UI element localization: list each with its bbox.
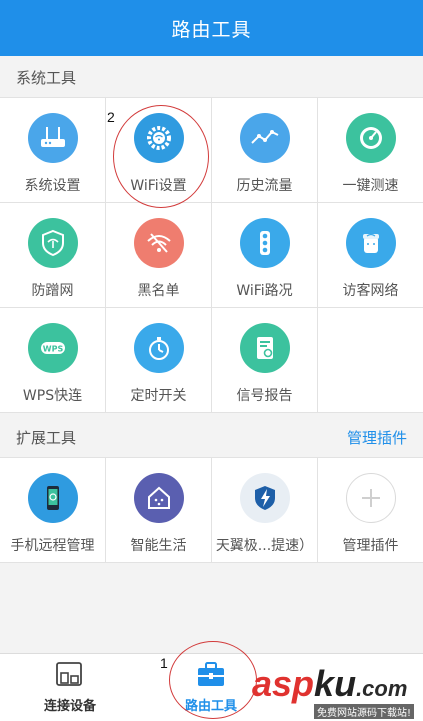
section-title-system: 系统工具: [16, 68, 77, 87]
system-tools-section: 系统工具: [0, 57, 423, 97]
tool-timer-switch[interactable]: 定时开关: [106, 308, 212, 412]
tool-tianyi-speedup[interactable]: 天翼极...提速）: [212, 458, 318, 562]
tab-connected-devices[interactable]: 连接设备: [10, 654, 130, 721]
traffic-light-icon: [239, 218, 290, 268]
tool-label: WPS快连: [22, 388, 83, 404]
tool-label: 历史流量: [236, 178, 293, 194]
tool-label: WiFi路况: [236, 283, 293, 299]
phone-icon: [27, 473, 78, 523]
lightning-shield-icon: [239, 473, 290, 523]
line-chart-icon: [239, 113, 290, 163]
tab-label: 连接设备: [43, 699, 96, 714]
tool-label: 管理插件: [342, 538, 399, 554]
devices-icon: [54, 660, 86, 690]
extension-tools-section: 扩展工具 管理插件: [0, 417, 423, 457]
smart-home-icon: [133, 473, 184, 523]
tool-anti-leech[interactable]: 防蹭网: [0, 203, 106, 307]
wifi-off-icon: [133, 218, 184, 268]
shield-icon: [27, 218, 78, 268]
plus-icon: [345, 473, 396, 523]
watermark-text: aspku.com: [252, 663, 408, 704]
watermark-subtitle: 免费网站源码下载站!: [314, 704, 415, 719]
tool-speed-test[interactable]: 一键测速: [318, 98, 423, 202]
report-icon: [239, 323, 290, 373]
tool-signal-report[interactable]: 信号报告: [212, 308, 318, 412]
tool-label: 系统设置: [24, 178, 81, 194]
tool-label: 黑名单: [137, 283, 180, 299]
tool-manage-plugins[interactable]: 管理插件: [318, 458, 423, 562]
tool-label: 信号报告: [236, 388, 293, 404]
tool-row: 防蹭网 黑名单 WiFi路况 访客网络: [0, 203, 423, 308]
tool-smart-life[interactable]: 智能生活: [106, 458, 212, 562]
tool-system-settings[interactable]: 系统设置: [0, 98, 106, 202]
tool-label: 手机远程管理: [10, 538, 95, 554]
tool-history-traffic[interactable]: 历史流量: [212, 98, 318, 202]
annotation-step-number: 2: [107, 109, 115, 125]
tool-label: 一键测速: [342, 178, 399, 194]
tool-wifi-status[interactable]: WiFi路况: [212, 203, 318, 307]
app-header: 路由工具: [0, 0, 423, 56]
tool-label: 智能生活: [130, 538, 187, 554]
tool-blacklist[interactable]: 黑名单: [106, 203, 212, 307]
tool-label: 定时开关: [130, 388, 187, 404]
tool-wps[interactable]: WPS WPS快连: [0, 308, 106, 412]
router-icon: [27, 113, 78, 163]
wps-icon: WPS: [27, 323, 78, 373]
tool-label: 防蹭网: [31, 283, 74, 299]
guest-icon: [345, 218, 396, 268]
tool-row: WPS WPS快连 定时开关 信号报告: [0, 308, 423, 413]
tool-guest-network[interactable]: 访客网络: [318, 203, 423, 307]
tool-label: 天翼极...提速）: [215, 538, 314, 554]
tool-remote-management[interactable]: 手机远程管理: [0, 458, 106, 562]
stopwatch-icon: [133, 323, 184, 373]
section-title-extension: 扩展工具: [16, 428, 77, 447]
system-tools-grid: 系统设置 WiFi设置 历史流量 一键测速 防蹭网 黑名单 WiFi路况 访客网…: [0, 97, 423, 413]
tool-label: 访客网络: [342, 283, 399, 299]
speedometer-icon: [345, 113, 396, 163]
extension-tools-grid: 手机远程管理 智能生活 天翼极...提速） 管理插件: [0, 457, 423, 563]
page-title: 路由工具: [171, 18, 252, 41]
annotation-step-number: 1: [160, 655, 168, 671]
svg-text:WPS: WPS: [42, 345, 63, 354]
manage-plugins-link[interactable]: 管理插件: [347, 427, 407, 448]
tool-row: 系统设置 WiFi设置 历史流量 一键测速: [0, 98, 423, 203]
watermark-logo: aspku.com 免费网站源码下载站!: [252, 664, 423, 721]
tool-row: 手机远程管理 智能生活 天翼极...提速） 管理插件: [0, 458, 423, 563]
annotation-circle-wifi-settings: [113, 105, 209, 208]
annotation-circle-router-tools: [169, 641, 257, 719]
empty-cell: [318, 308, 423, 412]
